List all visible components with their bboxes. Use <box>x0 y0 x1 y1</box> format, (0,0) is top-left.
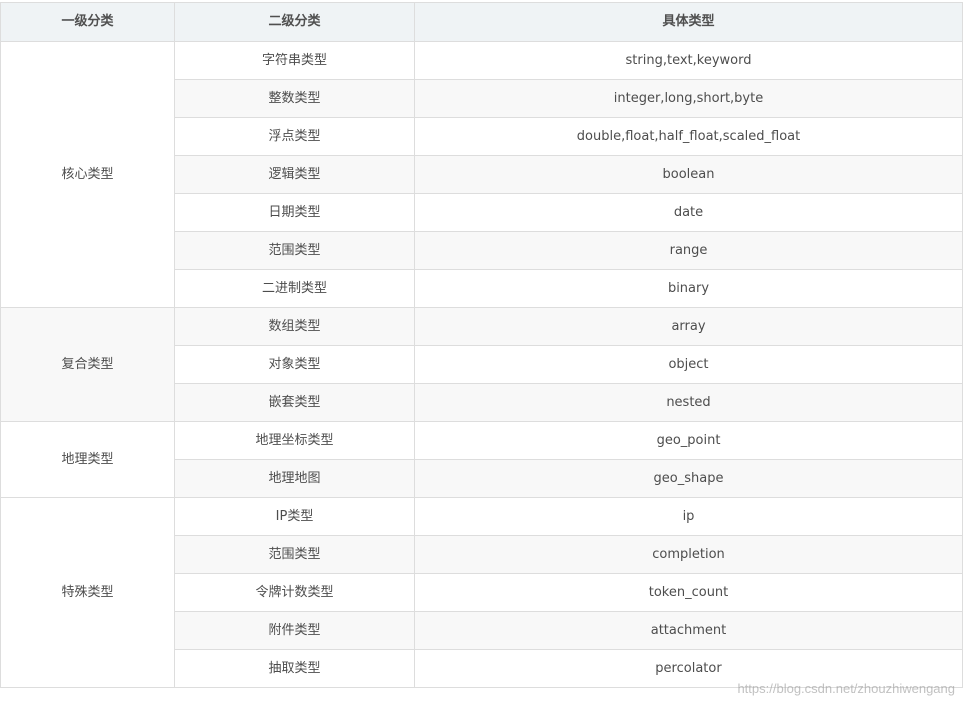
secondary-category-cell: 浮点类型 <box>174 117 415 156</box>
secondary-category-cell: 令牌计数类型 <box>174 573 415 612</box>
secondary-category-cell: 日期类型 <box>174 193 415 232</box>
secondary-category-cell: 对象类型 <box>174 345 415 384</box>
concrete-type-cell: boolean <box>414 155 963 194</box>
concrete-type-cell: ip <box>414 497 963 536</box>
secondary-category-cell: IP类型 <box>174 497 415 536</box>
page: 一级分类 二级分类 具体类型 核心类型 字符串类型 string,text,ke… <box>0 0 963 706</box>
concrete-type-cell: double,float,half_float,scaled_float <box>414 117 963 156</box>
table-row: 地理类型 地理坐标类型 geo_point <box>0 421 963 498</box>
secondary-category-cell: 数组类型 <box>174 307 415 346</box>
concrete-type-cell: nested <box>414 383 963 422</box>
concrete-type-cell: array <box>414 307 963 346</box>
secondary-category-cell: 地理坐标类型 <box>174 421 415 460</box>
group-label: 特殊类型 <box>0 497 175 688</box>
secondary-category-cell: 逻辑类型 <box>174 155 415 194</box>
table-row: 核心类型 字符串类型 string,text,keyword <box>0 41 963 308</box>
group-label: 地理类型 <box>0 421 175 498</box>
concrete-type-cell: geo_shape <box>414 459 963 498</box>
concrete-type-cell: percolator <box>414 649 963 688</box>
data-type-table: 一级分类 二级分类 具体类型 核心类型 字符串类型 string,text,ke… <box>0 2 963 688</box>
secondary-category-cell: 整数类型 <box>174 79 415 118</box>
group-label: 复合类型 <box>0 307 175 422</box>
concrete-type-cell: completion <box>414 535 963 574</box>
secondary-category-cell: 抽取类型 <box>174 649 415 688</box>
concrete-type-cell: token_count <box>414 573 963 612</box>
table-header-row: 一级分类 二级分类 具体类型 <box>0 2 963 42</box>
secondary-category-cell: 地理地图 <box>174 459 415 498</box>
concrete-type-cell: geo_point <box>414 421 963 460</box>
header-primary-category: 一级分类 <box>0 2 175 42</box>
group-label: 核心类型 <box>0 41 175 308</box>
concrete-type-cell: integer,long,short,byte <box>414 79 963 118</box>
concrete-type-cell: object <box>414 345 963 384</box>
concrete-type-cell: range <box>414 231 963 270</box>
secondary-category-cell: 嵌套类型 <box>174 383 415 422</box>
secondary-category-cell: 字符串类型 <box>174 41 415 80</box>
table-row: 特殊类型 IP类型 ip <box>0 497 963 688</box>
secondary-category-cell: 范围类型 <box>174 231 415 270</box>
header-concrete-type: 具体类型 <box>414 2 963 42</box>
header-secondary-category: 二级分类 <box>174 2 415 42</box>
secondary-category-cell: 二进制类型 <box>174 269 415 308</box>
concrete-type-cell: date <box>414 193 963 232</box>
concrete-type-cell: binary <box>414 269 963 308</box>
concrete-type-cell: string,text,keyword <box>414 41 963 80</box>
table-row: 复合类型 数组类型 array <box>0 307 963 422</box>
concrete-type-cell: attachment <box>414 611 963 650</box>
secondary-category-cell: 范围类型 <box>174 535 415 574</box>
secondary-category-cell: 附件类型 <box>174 611 415 650</box>
